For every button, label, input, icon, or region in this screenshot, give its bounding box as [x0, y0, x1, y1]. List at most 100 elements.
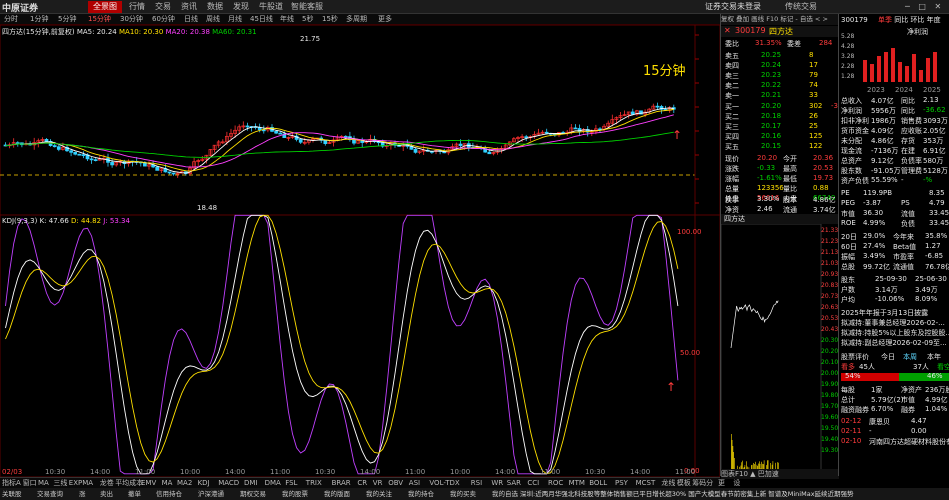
period-45day[interactable]: 45日线: [250, 14, 273, 25]
close-icon[interactable]: ✕: [724, 26, 731, 35]
period-1min[interactable]: 1分钟: [30, 14, 48, 25]
maximize-icon[interactable]: □: [918, 2, 926, 11]
period-60min[interactable]: 60分钟: [152, 14, 175, 25]
time-tick: 14:00: [360, 468, 381, 476]
bid-row[interactable]: 买二 20.18 26: [723, 112, 837, 122]
mini-axis-tick: 21.03: [821, 260, 838, 267]
period-30min[interactable]: 30分钟: [120, 14, 143, 25]
tool-adjust[interactable]: 复权: [721, 15, 734, 23]
ask-label: 卖一: [725, 92, 739, 100]
news-ticker[interactable]: 深圳:近两月华强北科技股等整体销售额已平日增长超30% 国产大模型春节前密集上新…: [520, 488, 948, 500]
login-status[interactable]: 证券交易未登录: [700, 1, 766, 13]
tab-quarterly[interactable]: 单季: [878, 16, 892, 24]
tool-draw[interactable]: 画线: [751, 15, 764, 23]
close-icon[interactable]: ✕: [934, 2, 941, 11]
ask-volume: 33: [809, 91, 818, 99]
bid-row[interactable]: 买五 20.15 122: [723, 142, 837, 152]
bid-row[interactable]: 买一 20.20 302 -3: [723, 102, 838, 112]
bar-axis-tick: 4.28: [841, 43, 855, 50]
ask-row[interactable]: 卖四 20.24 17: [723, 61, 837, 71]
minimize-icon[interactable]: ─: [905, 2, 910, 11]
nav-market[interactable]: 行情: [124, 1, 150, 13]
performance-row: 60日 27.4% Beta值 1.27: [841, 242, 941, 251]
period-15min[interactable]: 15分钟: [88, 14, 111, 25]
tab-qoq[interactable]: 环比: [910, 16, 924, 24]
period-multi[interactable]: 多周期: [346, 14, 367, 25]
kline-chart[interactable]: [0, 25, 720, 477]
window-controls[interactable]: ─ □ ✕: [905, 2, 945, 12]
period-year[interactable]: 年线: [280, 14, 294, 25]
menu-item[interactable]: 撤单: [128, 488, 141, 500]
ask-row[interactable]: 卖二 20.22 74: [723, 81, 837, 91]
nav-support[interactable]: 智能客服: [286, 1, 328, 13]
classic-trade-link[interactable]: 传统交易: [780, 1, 822, 13]
time-axis: 02/03 10:30 14:00 11:00 10:00 14:00 11:0…: [0, 468, 720, 477]
menu-item[interactable]: 我的持仓: [408, 488, 434, 500]
quote-footer[interactable]: 图表F10 ▲ 巴加速: [721, 469, 839, 479]
ask-price: 20.25: [761, 51, 782, 59]
mini-axis-tick: 20.73: [821, 293, 838, 300]
mini-axis-tick: 20.43: [821, 326, 838, 333]
mini-axis-tick: 20.53: [821, 315, 838, 322]
period-5min[interactable]: 5分钟: [58, 14, 76, 25]
profit-bar: [898, 62, 902, 82]
bid-price: 20.20: [761, 102, 782, 110]
menu-item[interactable]: 关联股: [2, 488, 22, 500]
profit-bar-chart: 5.28 4.28 3.28 2.28 1.28: [841, 33, 937, 82]
mini-axis-tick: 19.90: [821, 381, 838, 388]
menu-item[interactable]: 涨: [79, 488, 86, 500]
period-15sec[interactable]: 15秒: [322, 14, 338, 25]
intraday-minichart[interactable]: 21.33 21.23 21.13 21.03 20.93 20.83 20.73 20.63…: [721, 224, 839, 480]
period-week[interactable]: 周线: [206, 14, 220, 25]
bid-volume: 25: [809, 122, 818, 130]
kdj-d-line: [5, 214, 679, 475]
menu-item[interactable]: 我的买卖: [450, 488, 476, 500]
period-day[interactable]: 日线: [184, 14, 198, 25]
nav-data[interactable]: 数据: [202, 1, 228, 13]
tool-mark[interactable]: 标记: [780, 15, 793, 23]
nav-panorama[interactable]: 全景图: [88, 1, 122, 13]
tool-sep: -: [795, 15, 798, 23]
ask-row[interactable]: 卖一 20.21 33: [723, 91, 837, 101]
period-month[interactable]: 月线: [228, 14, 242, 25]
menu-item[interactable]: 沪深港通: [198, 488, 224, 500]
tool-prev[interactable]: <: [815, 15, 820, 23]
menu-item[interactable]: 我的股票: [282, 488, 308, 500]
time-tick: 10:30: [585, 468, 606, 476]
margin-row: 每股 1家 净资产 236万股: [841, 386, 949, 394]
menu-item[interactable]: 交易查询: [37, 488, 63, 500]
menu-item[interactable]: 我的版面: [324, 488, 350, 500]
tool-f10[interactable]: F10: [766, 15, 778, 23]
nav-bull-stock[interactable]: 牛股道: [254, 1, 288, 13]
up-arrow-icon: ↑: [672, 128, 683, 142]
bid-row[interactable]: 买四 20.16 125: [723, 132, 837, 142]
bid-label: 买四: [725, 133, 739, 141]
menu-item[interactable]: 我的关注: [366, 488, 392, 500]
rating-bar[interactable]: 54% 46%: [841, 372, 949, 382]
candle-body: [413, 148, 418, 153]
nav-trade[interactable]: 交易: [150, 1, 176, 13]
menu-item[interactable]: 信用持仓: [156, 488, 182, 500]
mini-axis-tick: 21.23: [821, 238, 838, 245]
tool-next[interactable]: >: [822, 15, 827, 23]
fundamental-row: 总资产 9.12亿 负债率 580万: [841, 157, 944, 165]
ask-row[interactable]: 卖五 20.25 8: [723, 51, 837, 61]
tab-annual[interactable]: 年度: [927, 16, 941, 24]
period-5sec[interactable]: 5秒: [302, 14, 313, 25]
menu-item[interactable]: 期权交易: [240, 488, 266, 500]
quote-toolbar: 复权 叠加 画线 F10 标记 - 自选 < >: [721, 14, 839, 25]
tab-yoy[interactable]: 同比: [894, 16, 908, 24]
ask-row[interactable]: 卖三 20.23 79: [723, 71, 837, 81]
holder-row: 户数 3.14万 3.49万: [841, 286, 938, 294]
nav-news[interactable]: 资讯: [176, 1, 202, 13]
menu-item[interactable]: 我的自选: [492, 488, 518, 500]
period-tick[interactable]: 分时: [4, 14, 18, 25]
menu-item[interactable]: 卖出: [100, 488, 113, 500]
tool-overlay[interactable]: 叠加: [736, 15, 749, 23]
tool-watchlist[interactable]: 自选: [800, 15, 813, 23]
bid-row[interactable]: 买三 20.17 25: [723, 122, 837, 132]
period-toolbar: 分时 1分钟 5分钟 15分钟 30分钟 60分钟 日线 周线 月线 45日线 …: [0, 14, 720, 25]
nav-discover[interactable]: 发现: [228, 1, 254, 13]
period-more[interactable]: 更多: [378, 14, 392, 25]
report-notice: 2025年年报于3月13日披露: [841, 309, 929, 317]
